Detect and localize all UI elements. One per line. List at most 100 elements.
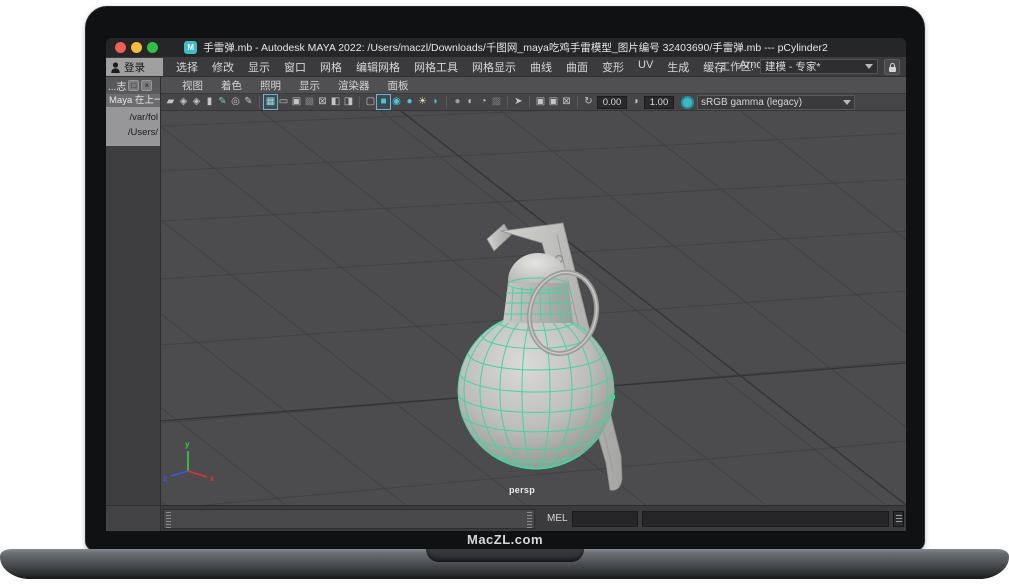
wireframe-icon[interactable]: ▢ <box>364 95 377 109</box>
contrast-field[interactable]: 1.00 <box>644 96 674 109</box>
panel-menu-bar: 视图 着色 照明 显示 渲染器 面板 <box>161 77 906 94</box>
recovery-path-2: /Users/ <box>106 125 158 140</box>
anti-alias-icon[interactable]: ◔ <box>477 95 490 109</box>
main-menus: 选择 修改 显示 窗口 网格 编辑网格 网格工具 网格显示 <box>169 57 814 77</box>
isolate-select-icon[interactable]: ➤ <box>512 95 525 109</box>
safe-title-icon[interactable]: ◨ <box>342 95 355 109</box>
workspace-lock-button[interactable] <box>884 59 900 75</box>
film-gate-icon[interactable]: ▭ <box>277 95 290 109</box>
vertex-marker <box>611 395 615 399</box>
restore-window-button[interactable]: □ <box>128 80 139 91</box>
toolbar-separator <box>503 96 508 108</box>
lighting-icon[interactable]: ☀ <box>416 95 429 109</box>
camera-settings-icon[interactable]: ◈ <box>190 95 203 109</box>
output-window-title: ...志 <box>108 78 126 93</box>
recovery-path-1: /var/fol <box>106 110 158 125</box>
recovery-paths: /var/fol /Users/ <box>106 107 160 146</box>
maya-window: M 手雷弹.mb - Autodesk MAYA 2022: /Users/ma… <box>106 38 906 531</box>
object-details-icon[interactable]: ⊠ <box>560 95 573 109</box>
default-material-icon[interactable]: ● <box>403 95 416 109</box>
smooth-shade-icon[interactable]: ■ <box>377 95 390 109</box>
viewport-toolbar: ▰ ◈ ◈ ▮ ✎ ◎ ✎ <box>161 94 906 111</box>
time-slider[interactable] <box>163 509 535 529</box>
menu-select: 选择 <box>169 57 205 77</box>
toolbox-column <box>106 146 160 505</box>
viewport-canvas: y x z <box>161 111 906 505</box>
gate-mask-icon[interactable]: ▩ <box>303 95 316 109</box>
person-icon <box>111 62 120 73</box>
left-panel-column: ...志 □ × Maya 在上一 /var/fol /Users/ <box>106 77 161 531</box>
depth-of-field-icon[interactable]: ▩ <box>490 95 503 109</box>
toolbar-separator <box>573 96 578 108</box>
safe-action-icon[interactable]: ◧ <box>329 95 342 109</box>
title-bar: M 手雷弹.mb - Autodesk MAYA 2022: /Users/ma… <box>106 38 906 57</box>
video-camera-icon[interactable]: ▰ <box>164 95 177 109</box>
bezel-brand: MacZL.com <box>86 532 924 547</box>
toolbar-separator <box>255 96 260 108</box>
grid-icon[interactable]: ▦ <box>264 95 277 109</box>
laptop-frame: M 手雷弹.mb - Autodesk MAYA 2022: /Users/ma… <box>85 6 925 551</box>
login-button[interactable]: 登录 <box>106 58 163 76</box>
grease-pencil-icon[interactable]: ✎ <box>242 95 255 109</box>
panel-menu-panels[interactable]: 面板 <box>379 77 418 94</box>
main-menu-bar: 登录 选择 修改 显示 窗口 网格 编辑网格 <box>106 57 906 77</box>
exposure-field[interactable]: 0.00 <box>597 96 627 109</box>
menu-uv: UV <box>631 57 660 77</box>
lid-notch <box>426 549 584 562</box>
recovery-message: Maya 在上一 <box>106 94 160 107</box>
exposure-icon[interactable]: ↻ <box>582 95 595 109</box>
tear-off-copy-icon[interactable]: ▣ <box>547 95 560 109</box>
menu-surfaces: 曲面 <box>559 57 595 77</box>
command-feedback-field[interactable] <box>642 511 889 527</box>
login-label: 登录 <box>124 60 145 75</box>
axis-y-label: y <box>185 440 190 449</box>
camera-label: persp <box>509 485 535 495</box>
window-title: 手雷弹.mb - Autodesk MAYA 2022: /Users/macz… <box>203 40 828 55</box>
textured-icon[interactable]: ◉ <box>390 95 403 109</box>
laptop-base <box>0 549 1009 579</box>
two-d-pan-zoom-icon[interactable]: ◎ <box>229 95 242 109</box>
perspective-viewport[interactable]: y x z persp <box>161 111 906 505</box>
range-handle-right[interactable] <box>527 512 532 528</box>
region-icon[interactable]: ⊠ <box>316 95 329 109</box>
chevron-down-icon <box>865 64 873 69</box>
icon-list-anchor: ▰ ◈ ◈ ▮ ✎ ◎ ✎ <box>164 95 582 109</box>
page: M 手雷弹.mb - Autodesk MAYA 2022: /Users/ma… <box>0 0 1009 586</box>
axis-z-label: z <box>163 474 167 483</box>
mel-label: MEL <box>547 513 568 524</box>
panel-menu-shading[interactable]: 着色 <box>212 77 251 94</box>
panel-menu-view[interactable]: 视图 <box>173 77 212 94</box>
chevron-down-icon <box>843 100 851 105</box>
zoom-window-button[interactable] <box>147 42 158 53</box>
view-transform-select[interactable]: sRGB gamma (legacy) <box>697 95 855 110</box>
menu-modify: 修改 <box>205 57 241 77</box>
camera-lock-icon[interactable]: ◈ <box>177 95 190 109</box>
bookmark-icon[interactable]: ▮ <box>203 95 216 109</box>
pane-layout-icon[interactable]: ▣ <box>534 95 547 109</box>
workspace-label: 工作区: <box>720 59 754 74</box>
shadows-icon[interactable]: ◗ <box>429 95 442 109</box>
menu-generate: 生成 <box>660 57 696 77</box>
menu-mesh-tools: 网格工具 <box>407 57 465 77</box>
minimize-window-button[interactable] <box>131 42 142 53</box>
panel-menu-show[interactable]: 显示 <box>290 77 329 94</box>
toolbar-separator <box>355 96 360 108</box>
range-handle-left[interactable] <box>166 512 171 528</box>
maya-app-icon: M <box>184 41 197 54</box>
workspace-select[interactable]: 建模 - 专家* <box>760 59 878 74</box>
close-window-button[interactable] <box>115 42 126 53</box>
image-plane-icon[interactable]: ✎ <box>216 95 229 109</box>
panel-menu-lighting[interactable]: 照明 <box>251 77 290 94</box>
motion-blur-icon[interactable]: ◐ <box>464 95 477 109</box>
screen-space-ao-icon[interactable]: ● <box>451 95 464 109</box>
view-transform-value: sRGB gamma (legacy) <box>701 97 802 108</box>
mel-command-input[interactable] <box>572 511 638 527</box>
script-editor-icon[interactable] <box>893 511 904 527</box>
menu-edit-mesh: 编辑网格 <box>349 57 407 77</box>
contrast-icon[interactable]: ◑ <box>629 95 642 109</box>
resolution-gate-icon[interactable]: ▣ <box>290 95 303 109</box>
close-output-button[interactable]: × <box>141 80 152 91</box>
workspace-value: 建模 - 专家* <box>765 59 820 74</box>
color-management-icon[interactable] <box>681 96 694 109</box>
panel-menu-renderer[interactable]: 渲染器 <box>329 77 379 94</box>
